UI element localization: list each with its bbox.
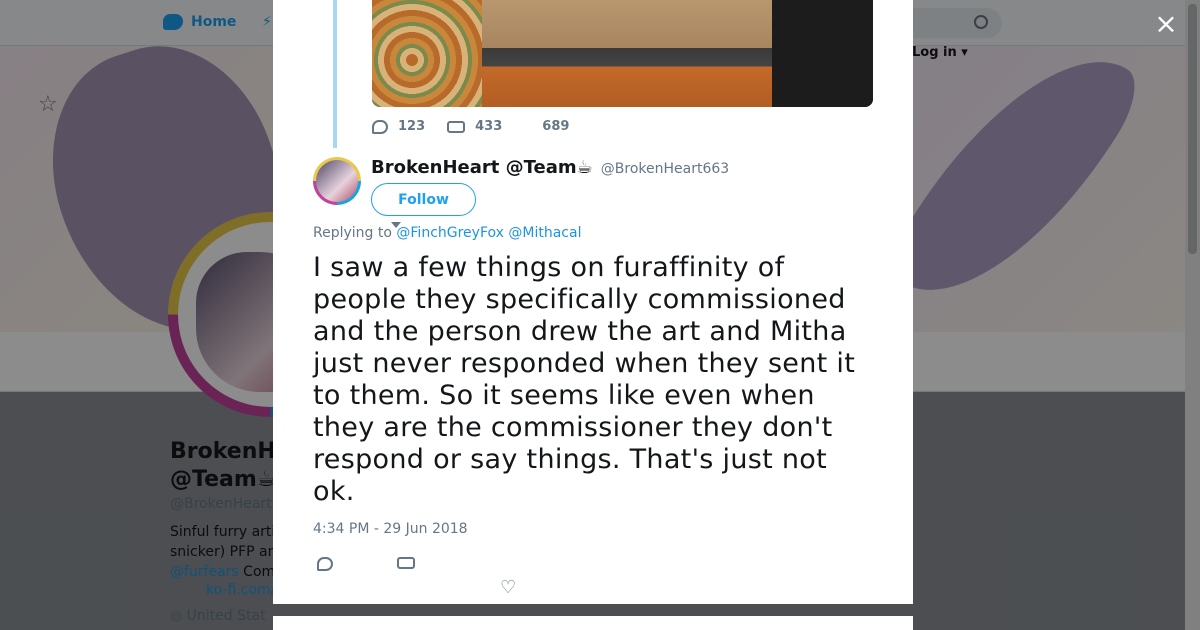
retweet-icon [447, 120, 466, 133]
tweet-permalink-modal: 123 433 689 BrokenHeart @Team☕ @BrokenHe… [273, 0, 913, 604]
reply-count-value: 123 [398, 119, 426, 134]
retweet-count-value: 433 [475, 119, 503, 134]
like-count[interactable]: 689 [542, 119, 569, 134]
author-handle[interactable]: @BrokenHeart663 [601, 161, 729, 177]
reply-mention-link[interactable]: @Mithacal [508, 225, 581, 241]
tweet-timestamp[interactable]: 4:34 PM - 29 Jun 2018 [313, 521, 468, 537]
parent-tweet-photo[interactable] [372, 0, 873, 107]
follow-button[interactable]: Follow [371, 183, 476, 216]
retweet-count[interactable]: 433 [447, 119, 502, 134]
tweet-actions [313, 555, 873, 600]
close-icon[interactable]: × [1152, 10, 1180, 38]
like-icon[interactable] [500, 577, 516, 598]
photo-cardboard-box [482, 0, 772, 107]
photo-dark-area [772, 0, 873, 107]
replying-to: Replying to @FinchGreyFox @Mithacal [313, 225, 581, 241]
photo-rug-pattern [372, 0, 492, 107]
parent-tweet-stats: 123 433 689 [372, 119, 569, 134]
thread-connector-line [333, 0, 337, 148]
tweet-text: I saw a few things on furaffinity of peo… [313, 252, 856, 507]
tweet-author-avatar[interactable] [313, 157, 361, 205]
like-count-value: 689 [542, 119, 570, 134]
avatar-image [316, 160, 358, 202]
tweet-author[interactable]: BrokenHeart @Team☕ @BrokenHeart663 [371, 157, 729, 178]
replying-prefix: Replying to [313, 225, 397, 241]
reply-icon [372, 119, 388, 134]
reply-icon[interactable] [317, 557, 333, 571]
retweet-icon[interactable] [397, 557, 415, 569]
next-tweet-card [273, 616, 913, 630]
reply-count[interactable]: 123 [372, 119, 425, 134]
author-display-name[interactable]: BrokenHeart @Team☕ [371, 157, 593, 178]
reply-mention-link[interactable]: @FinchGreyFox [396, 225, 504, 241]
